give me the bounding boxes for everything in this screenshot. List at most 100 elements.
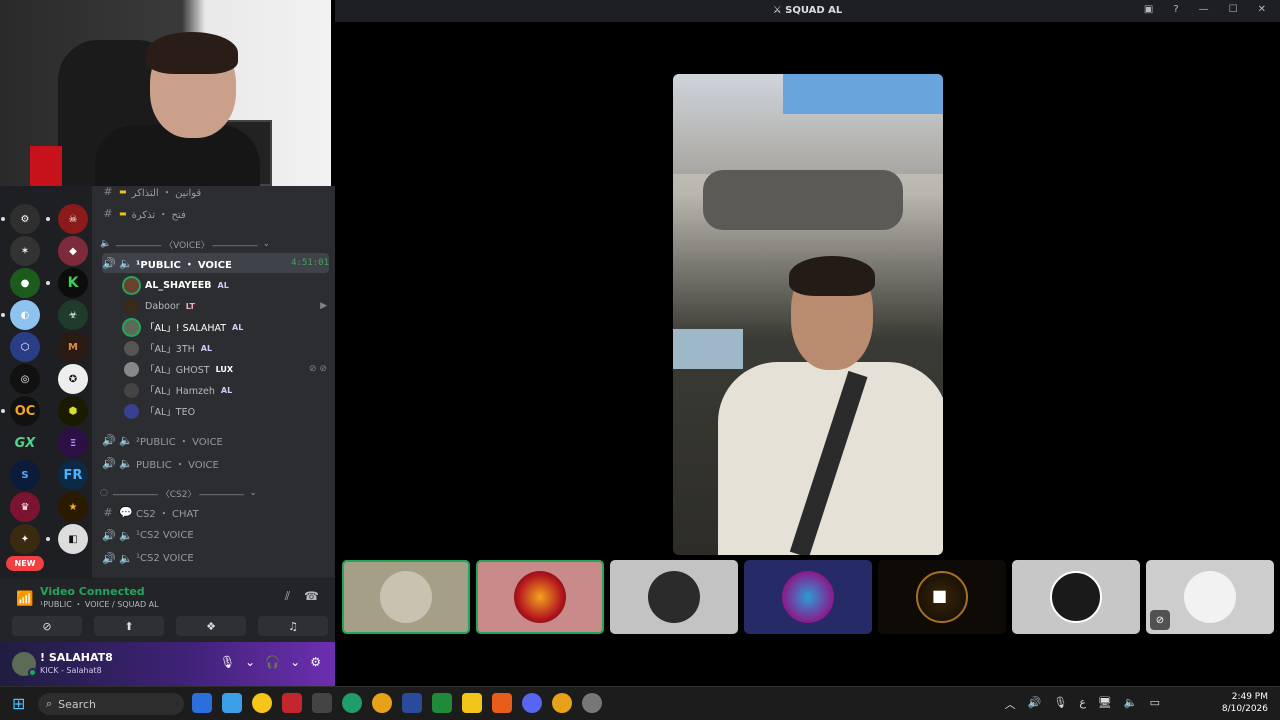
participant-tile[interactable]: ⊘	[1146, 560, 1274, 634]
server-icon[interactable]: ◧	[58, 524, 88, 554]
app-icon[interactable]	[282, 693, 302, 713]
disconnect-icon[interactable]: ☎	[304, 589, 319, 604]
hash-icon: #	[103, 184, 113, 198]
server-icon[interactable]: ★	[58, 492, 88, 522]
activities-button[interactable]: ❖	[176, 616, 246, 636]
voice-channel[interactable]: 🔊 🔈 ¹CS2 VOICE	[102, 525, 329, 545]
server-icon[interactable]: GX	[10, 428, 40, 458]
microphone-icon[interactable]: 🎙	[220, 655, 235, 669]
main-video-feed[interactable]	[673, 74, 943, 555]
taskbar-search[interactable]: ⌕ Search	[38, 693, 184, 715]
camera-off-button[interactable]: ⊘	[12, 616, 82, 636]
edge-icon[interactable]	[342, 693, 362, 713]
help-icon[interactable]: ?	[1173, 4, 1178, 15]
new-badge: NEW	[6, 556, 44, 571]
app-icon[interactable]	[432, 693, 452, 713]
volume-icon: 🔈	[119, 551, 133, 565]
voice-user[interactable]: 「AL」3TH AL	[124, 338, 327, 358]
voice-user[interactable]: AL_SHAYEEB AL	[124, 275, 327, 295]
text-channel[interactable]: # 💬 CS2 ・ CHAT	[102, 502, 329, 522]
speaker-icon[interactable]: 🔈	[1124, 696, 1138, 712]
server-icon[interactable]: Ξ	[58, 428, 88, 458]
microphone-icon[interactable]: 🎙	[1053, 696, 1067, 712]
server-icon[interactable]: ✶	[10, 236, 40, 266]
soundboard-button[interactable]: ♫	[258, 616, 328, 636]
server-icon[interactable]: ✪	[58, 364, 88, 394]
server-icon[interactable]: ⬡	[10, 332, 40, 362]
battery-icon[interactable]: ▭	[1150, 696, 1160, 712]
speaker-icon: 🔊	[102, 433, 116, 447]
server-icon[interactable]: ◆	[58, 236, 88, 266]
maximize-icon[interactable]: ☐	[1229, 4, 1238, 15]
participant-tile[interactable]	[476, 560, 604, 634]
participant-tile[interactable]	[1012, 560, 1140, 634]
chevron-down-icon[interactable]: ⌄	[245, 655, 255, 669]
server-icon[interactable]: K	[58, 268, 88, 298]
app-icon[interactable]	[192, 693, 212, 713]
server-icon[interactable]: M	[58, 332, 88, 362]
chevron-up-icon[interactable]: ︿	[1005, 696, 1016, 712]
voice-user[interactable]: 「AL」GHOST LUX ⊘ ⊘	[124, 359, 327, 379]
server-icon[interactable]: ◎	[10, 364, 40, 394]
server-icon[interactable]: ✦	[10, 524, 40, 554]
server-icon[interactable]: ⚙	[10, 204, 40, 234]
app-icon[interactable]	[312, 693, 332, 713]
settings-gear-icon[interactable]: ⚙	[310, 655, 321, 669]
user-name[interactable]: ! SALAHAT8	[40, 651, 113, 664]
chevron-down-icon[interactable]: ⌄	[290, 655, 300, 669]
server-icon[interactable]: FR	[58, 460, 88, 490]
voice-status[interactable]: Video Connected	[40, 585, 145, 598]
voice-user[interactable]: 「AL」Hamzeh AL	[124, 380, 327, 400]
server-icon[interactable]: ●	[10, 268, 40, 298]
chrome-icon[interactable]	[552, 693, 572, 713]
server-icon[interactable]: ♛	[10, 492, 40, 522]
app-icon[interactable]	[252, 693, 272, 713]
online-status-icon	[28, 668, 37, 677]
server-icon[interactable]: ☣	[58, 300, 88, 330]
category-voice[interactable]: 🔈 ――――― 〈VOICE〉 ――――― ⌄	[100, 236, 329, 252]
app-icon[interactable]	[402, 693, 422, 713]
text-channel[interactable]: # ▬ فتح ・ تذكرة	[102, 203, 329, 223]
screen-share-button[interactable]: ⬆	[94, 616, 164, 636]
participant-tile[interactable]	[342, 560, 470, 634]
voice-channel[interactable]: 🔊 🔈 PUBLIC ・ VOICE	[102, 453, 329, 473]
inbox-icon[interactable]: ▣	[1144, 4, 1153, 15]
server-icon[interactable]: S	[10, 460, 40, 490]
close-icon[interactable]: ✕	[1258, 4, 1266, 15]
text-channel[interactable]: # ▬ قوانين ・ التذاكر	[102, 181, 329, 201]
activities-icon: ❖	[206, 619, 216, 633]
server-icon[interactable]: ◐	[10, 300, 40, 330]
server-icon[interactable]: OC	[10, 396, 40, 426]
category-cs2[interactable]: ◌ ――――― 〈CS2〉 ――――― ⌄	[100, 485, 329, 501]
participant-tile[interactable]	[744, 560, 872, 634]
speaker-icon: 🔊	[102, 456, 116, 470]
voice-user[interactable]: 「AL」! SALAHAT AL	[124, 317, 327, 337]
participant-tile[interactable]	[610, 560, 738, 634]
server-icon[interactable]: ☠	[58, 204, 88, 234]
category-label: ――――― 〈CS2〉 ―――――	[112, 489, 245, 500]
voice-user[interactable]: Daboor LT ▶	[124, 296, 327, 316]
participant-avatar	[1050, 571, 1102, 623]
brave-icon[interactable]	[492, 693, 512, 713]
chrome-icon[interactable]	[372, 693, 392, 713]
app-icon[interactable]	[582, 693, 602, 713]
taskbar-clock[interactable]: 2:49 PM 8/10/2026	[1222, 691, 1268, 715]
noise-suppression-icon[interactable]: ⫽	[285, 589, 290, 604]
network-icon[interactable]: 🖥	[1098, 696, 1112, 712]
voice-user[interactable]: 「AL」TEO	[124, 401, 327, 421]
voice-channel-active[interactable]: 🔊 🔈 ¹PUBLIC ・ VOICE 4:51:01	[102, 253, 329, 273]
participant-tile[interactable]: ■	[878, 560, 1006, 634]
voice-channel-path[interactable]: ¹PUBLIC ・ VOICE / SQUAD AL	[40, 599, 159, 610]
voice-channel[interactable]: 🔊 🔈 ²PUBLIC ・ VOICE	[102, 430, 329, 450]
user-tag: AL	[220, 385, 233, 395]
server-icon[interactable]: ⬢	[58, 396, 88, 426]
language-indicator[interactable]: ع	[1079, 696, 1086, 712]
discord-icon[interactable]	[522, 693, 542, 713]
app-icon[interactable]	[222, 693, 242, 713]
voice-channel[interactable]: 🔊 🔈 ¹CS2 VOICE	[102, 548, 329, 568]
windows-start-icon[interactable]: ⊞	[12, 695, 30, 713]
volume-icon[interactable]: 🔊	[1028, 696, 1042, 712]
headphones-icon[interactable]: 🎧	[265, 655, 280, 669]
file-explorer-icon[interactable]	[462, 693, 482, 713]
minimize-icon[interactable]: —	[1199, 4, 1209, 15]
